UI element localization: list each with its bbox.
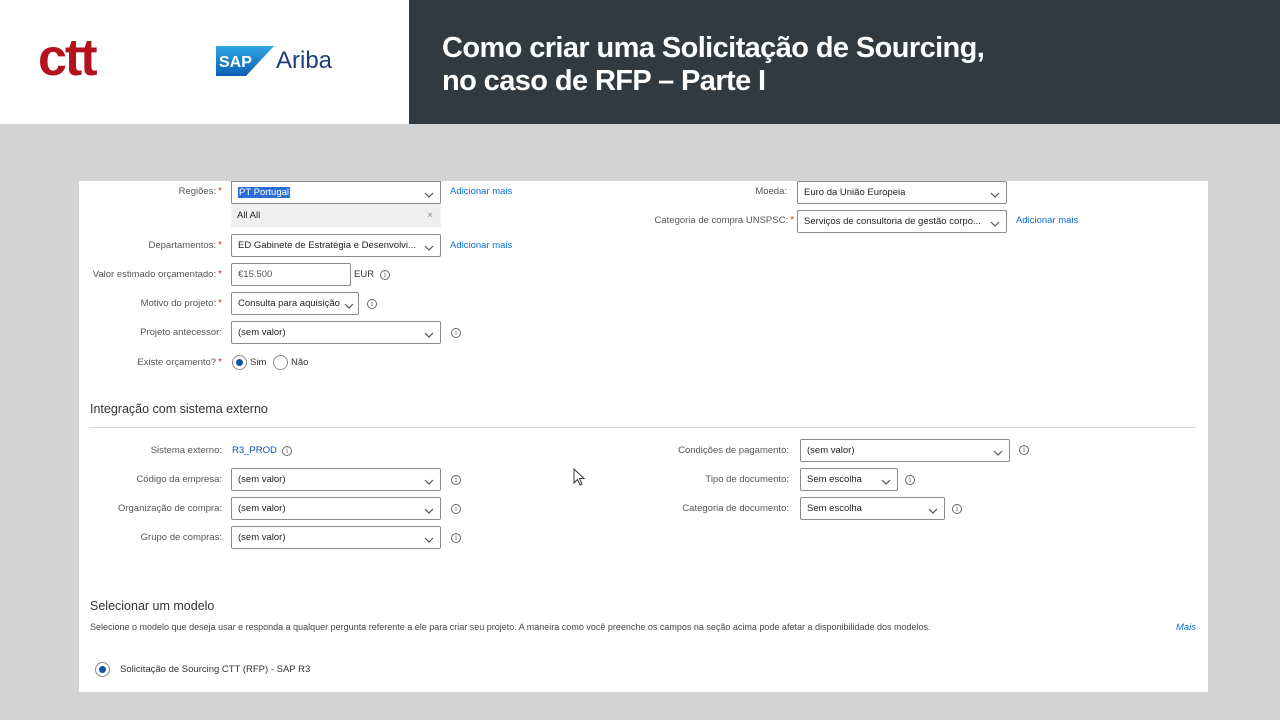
info-icon[interactable]: i	[451, 504, 461, 514]
regioes-label: Regiões: *	[178, 186, 222, 197]
valor-input[interactable]: €15.500	[231, 263, 351, 286]
chevron-down-icon	[424, 327, 434, 338]
sistema-value: R3_PROD	[232, 445, 277, 456]
modelo-more-link[interactable]: Mais	[1176, 621, 1196, 635]
grupo-label: Grupo de compras:	[140, 532, 222, 543]
regioes-value: PT Portugal	[238, 187, 290, 198]
codigo-select[interactable]: (sem valor)	[231, 468, 441, 491]
orcamento-yes-label[interactable]: Sim	[250, 356, 266, 370]
tipo-label: Tipo de documento:	[705, 474, 789, 485]
ctt-logo: ctt	[38, 29, 98, 87]
info-icon[interactable]: i	[1019, 445, 1029, 455]
info-icon[interactable]: i	[282, 446, 292, 456]
departamentos-add-more-link[interactable]: Adicionar mais	[450, 239, 512, 253]
info-icon[interactable]: i	[451, 328, 461, 338]
motivo-select[interactable]: Consulta para aquisição	[231, 292, 359, 315]
organizacao-label: Organização de compra:	[117, 503, 222, 514]
grupo-select[interactable]: (sem valor)	[231, 526, 441, 549]
sistema-label: Sistema externo:	[150, 445, 222, 456]
info-icon[interactable]: i	[905, 475, 915, 485]
regioes-option-label: All All	[237, 210, 261, 221]
orcamento-no-radio[interactable]	[273, 355, 288, 370]
organizacao-value: (sem valor)	[238, 503, 286, 514]
motivo-label: Motivo do projeto: *	[140, 298, 222, 309]
video-title-line2: no caso de RFP – Parte I	[442, 65, 766, 97]
form-panel: Regiões: * PT Portugal All All × Adiciona…	[79, 181, 1208, 692]
tipo-select[interactable]: Sem escolha	[800, 468, 898, 491]
regioes-dropdown-option[interactable]: All All ×	[231, 204, 441, 227]
orcamento-label: Existe orçamento? *	[137, 357, 222, 368]
modelo-description: Selecione o modelo que deseja usar e res…	[90, 622, 931, 632]
chevron-down-icon	[990, 216, 1000, 227]
moeda-select[interactable]: Euro da União Europeia	[797, 181, 1007, 204]
chevron-down-icon	[344, 298, 354, 309]
chevron-down-icon	[928, 503, 938, 514]
categoria-doc-value: Sem escolha	[807, 503, 862, 514]
ariba-logo: Ariba	[276, 47, 333, 74]
categoria-unspsc-label: Categoria de compra UNSPSC: *	[654, 215, 795, 226]
video-title: Como criar uma Solicitação de Sourcing, …	[442, 32, 985, 98]
antecessor-label: Projeto antecessor:	[140, 327, 222, 338]
condicoes-select[interactable]: (sem valor)	[800, 439, 1010, 462]
categoria-doc-select[interactable]: Sem escolha	[800, 497, 945, 520]
valor-label: Valor estimado orçamentado: *	[92, 269, 222, 280]
condicoes-label: Condições de pagamento:	[678, 445, 789, 456]
currency-label: EUR	[354, 269, 375, 280]
categoria-doc-label: Categoria de documento:	[682, 503, 789, 514]
integracao-section-title: Integração com sistema externo	[90, 402, 268, 416]
categoria-add-more-link[interactable]: Adicionar mais	[1016, 214, 1078, 228]
chevron-down-icon	[424, 532, 434, 543]
chevron-down-icon	[424, 240, 434, 251]
info-icon[interactable]: i	[952, 504, 962, 514]
regioes-field[interactable]: PT Portugal	[231, 181, 441, 204]
video-title-line1: Como criar uma Solicitação de Sourcing,	[442, 32, 985, 64]
chevron-down-icon	[424, 503, 434, 514]
mouse-cursor-icon	[573, 468, 586, 486]
grupo-value: (sem valor)	[238, 532, 286, 543]
chevron-down-icon	[424, 187, 434, 198]
orcamento-yes-radio[interactable]	[232, 355, 247, 370]
info-icon[interactable]: i	[451, 475, 461, 485]
departamentos-label: Departamentos: *	[148, 240, 223, 251]
moeda-label: Moeda:	[755, 186, 787, 197]
info-icon[interactable]: i	[367, 299, 377, 309]
condicoes-value: (sem valor)	[807, 445, 855, 456]
info-icon[interactable]: i	[451, 533, 461, 543]
video-banner: ctt SAP Ariba Como criar uma Solicitação…	[0, 0, 1280, 124]
valor-value: €15.500	[238, 269, 273, 280]
info-icon[interactable]: i	[380, 270, 390, 280]
motivo-value: Consulta para aquisição	[238, 298, 340, 309]
antecessor-select[interactable]: (sem valor)	[231, 321, 441, 344]
sap-logo: SAP	[216, 46, 274, 76]
codigo-label: Código da empresa:	[136, 474, 222, 485]
codigo-value: (sem valor)	[238, 474, 286, 485]
orcamento-no-label[interactable]: Não	[291, 356, 308, 370]
modelo-option-label[interactable]: Solicitação de Sourcing CTT (RFP) - SAP …	[120, 663, 310, 677]
chevron-down-icon	[881, 474, 891, 485]
categoria-unspsc-value: Serviços de consultoria de gestão corpo.…	[804, 216, 981, 227]
regioes-add-more-link[interactable]: Adicionar mais	[450, 185, 512, 199]
departamentos-value: ED Gabinete de Estratégia e Desenvolvi..…	[238, 240, 416, 251]
integracao-divider	[90, 427, 1196, 428]
moeda-value: Euro da União Europeia	[804, 187, 906, 198]
departamentos-field[interactable]: ED Gabinete de Estratégia e Desenvolvi..…	[231, 234, 441, 257]
chevron-down-icon	[993, 445, 1003, 456]
modelo-option-radio[interactable]	[95, 662, 110, 677]
organizacao-select[interactable]: (sem valor)	[231, 497, 441, 520]
modelo-section-title: Selecionar um modelo	[90, 599, 215, 613]
banner-title-area: Como criar uma Solicitação de Sourcing, …	[409, 0, 1280, 124]
chevron-down-icon	[990, 187, 1000, 198]
tipo-value: Sem escolha	[807, 474, 862, 485]
banner-logo-area: ctt SAP Ariba	[0, 0, 409, 124]
chevron-down-icon	[424, 474, 434, 485]
svg-text:SAP: SAP	[219, 54, 252, 71]
close-icon[interactable]: ×	[427, 204, 433, 227]
categoria-unspsc-field[interactable]: Serviços de consultoria de gestão corpo.…	[797, 210, 1007, 233]
antecessor-value: (sem valor)	[238, 327, 286, 338]
